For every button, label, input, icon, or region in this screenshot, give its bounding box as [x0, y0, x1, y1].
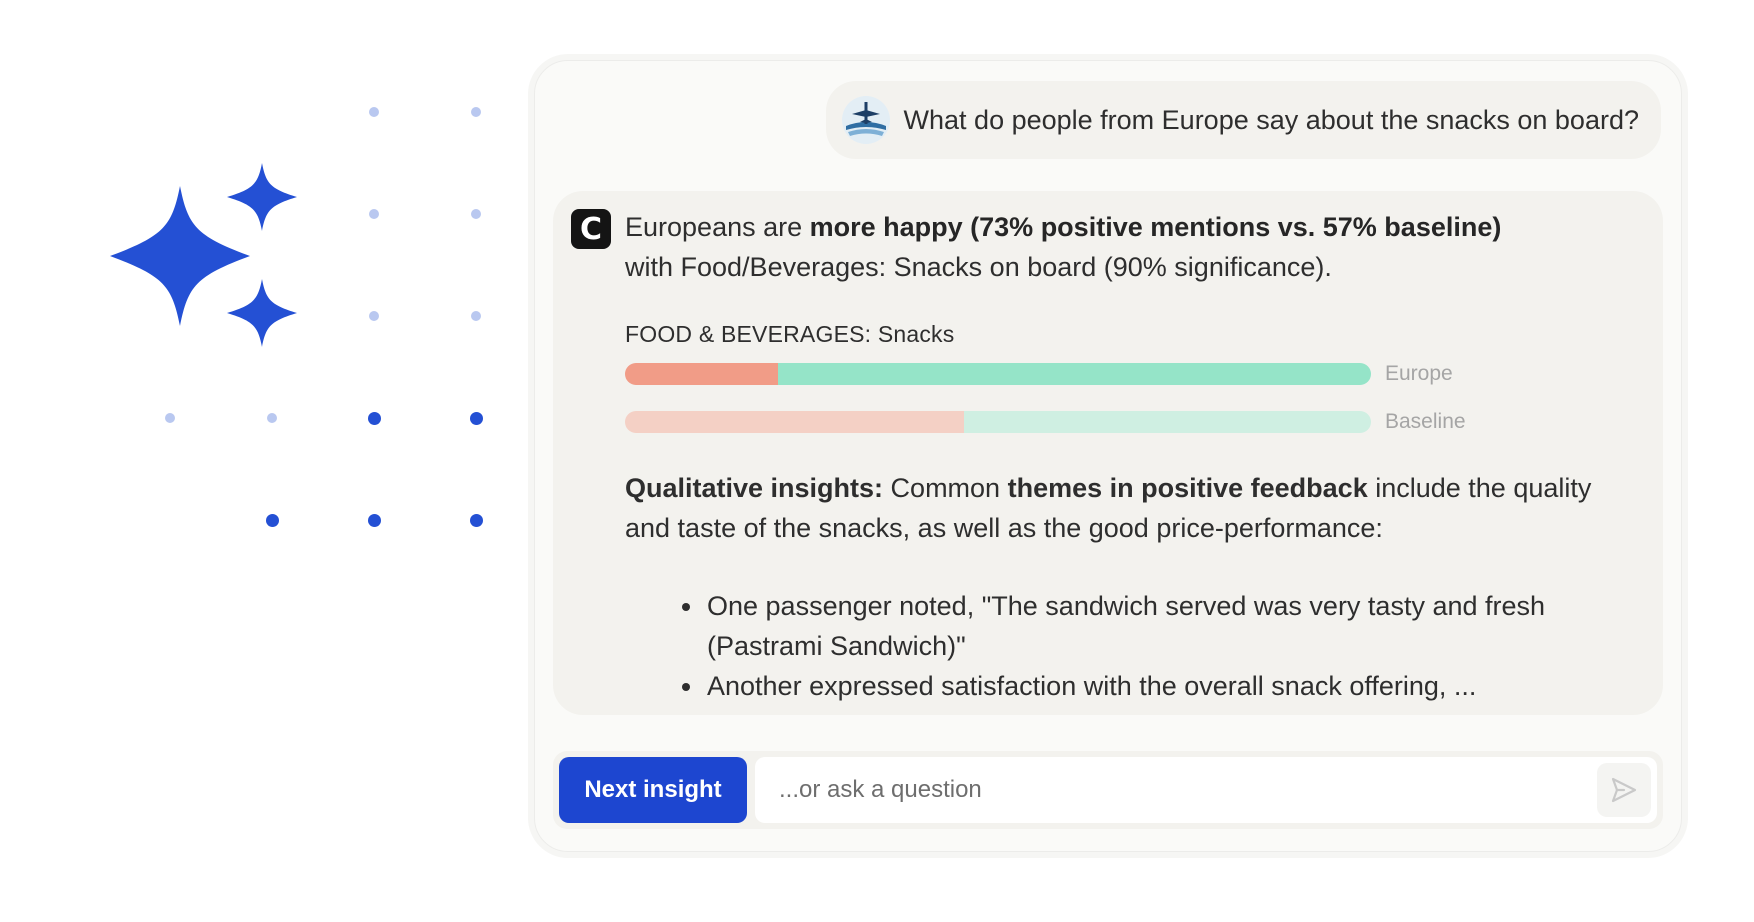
- sparkles-icon: [110, 163, 297, 347]
- airline-logo-icon: [841, 96, 890, 144]
- decorative-dot: [471, 311, 481, 321]
- answer-body: Europeans are more happy (73% positive m…: [625, 207, 1635, 706]
- user-message-bubble: What do people from Europe say about the…: [825, 81, 1661, 159]
- assistant-logo-icon: C: [571, 209, 611, 249]
- bar-label: Baseline: [1385, 410, 1466, 433]
- bar-track: [625, 411, 1371, 433]
- summary-highlight: more happy (73% positive mentions vs. 57…: [809, 212, 1502, 242]
- negative-segment: [625, 363, 778, 385]
- decorative-dot: [471, 209, 481, 219]
- qualitative-insights: Qualitative insights: Common themes in p…: [625, 468, 1625, 548]
- decorative-dot: [369, 107, 379, 117]
- insights-label: Qualitative insights:: [625, 473, 884, 503]
- summary-suffix: with Food/Beverages: Snacks on board (90…: [625, 252, 1332, 282]
- list-item: Another expressed satisfaction with the …: [705, 666, 1585, 706]
- next-insight-button[interactable]: Next insight: [559, 757, 747, 823]
- question-input[interactable]: [755, 775, 1561, 805]
- decorative-dot: [367, 411, 381, 425]
- decorative-dot: [265, 513, 279, 527]
- negative-segment: [625, 411, 965, 433]
- decorative-dot: [165, 413, 175, 423]
- answer-card: C Europeans are more happy (73% positive…: [553, 191, 1663, 715]
- bar-track: [625, 363, 1371, 385]
- decorative-dot: [469, 513, 483, 527]
- decorative-dot: [369, 311, 379, 321]
- send-icon: [1611, 777, 1637, 803]
- chart-title: FOOD & BEVERAGES: Snacks: [625, 321, 955, 347]
- send-button[interactable]: [1597, 763, 1651, 817]
- chat-panel: What do people from Europe say about the…: [534, 60, 1682, 852]
- bar-row-europe: Europe: [625, 362, 1635, 386]
- insights-text: Common: [883, 473, 1008, 503]
- user-message-text: What do people from Europe say about the…: [903, 104, 1639, 135]
- list-item: One passenger noted, "The sandwich serve…: [705, 586, 1585, 666]
- decorative-dot: [367, 513, 381, 527]
- bar-label: Europe: [1385, 362, 1453, 385]
- insights-highlight: themes in positive feedback: [1007, 473, 1368, 503]
- positive-segment: [777, 363, 1371, 385]
- positive-segment: [964, 411, 1371, 433]
- decorative-dot: [469, 411, 483, 425]
- quotes-list: One passenger noted, "The sandwich serve…: [625, 586, 1585, 706]
- question-box: [755, 757, 1657, 823]
- input-row: Next insight: [553, 751, 1663, 829]
- decorative-dot: [369, 209, 379, 219]
- decorative-dot: [267, 413, 277, 423]
- summary-prefix: Europeans are: [625, 212, 810, 242]
- answer-summary: Europeans are more happy (73% positive m…: [625, 207, 1635, 287]
- decorative-dot: [471, 107, 481, 117]
- assistant-logo-letter: C: [579, 211, 603, 247]
- bar-row-baseline: Baseline: [625, 410, 1635, 434]
